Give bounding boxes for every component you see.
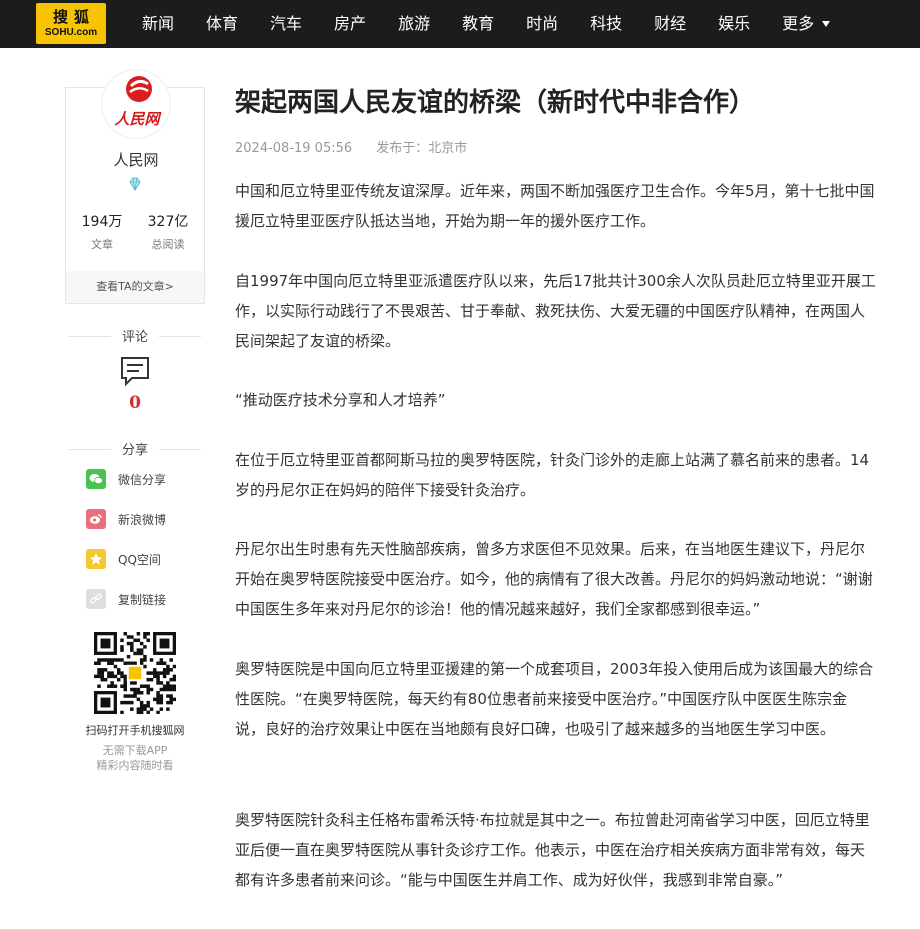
reads-count: 327亿 bbox=[147, 214, 189, 230]
qr-code-icon bbox=[94, 632, 176, 714]
author-name[interactable]: 人民网 bbox=[66, 149, 206, 170]
nav-item-finance[interactable]: 财经 bbox=[638, 0, 702, 48]
qr-subtitle-line1: 无需下载APP bbox=[102, 744, 168, 757]
avatar-text: 人民网 bbox=[114, 110, 160, 128]
view-author-articles-link[interactable]: 查看TA的文章> bbox=[66, 271, 204, 303]
comment-count[interactable]: 0 bbox=[65, 393, 205, 413]
articles-label: 文章 bbox=[91, 238, 113, 251]
nav-item-education[interactable]: 教育 bbox=[446, 0, 510, 48]
nav-item-sports[interactable]: 体育 bbox=[190, 0, 254, 48]
channel-nav: 新闻 体育 汽车 房产 旅游 教育 时尚 科技 财经 娱乐 更多 bbox=[126, 0, 846, 48]
comment-icon[interactable] bbox=[119, 355, 151, 387]
share-wechat-label: 微信分享 bbox=[118, 472, 167, 487]
articles-count: 194万 bbox=[81, 214, 123, 230]
article-title: 架起两国人民友谊的桥梁（新时代中非合作） bbox=[235, 88, 756, 118]
nav-item-auto[interactable]: 汽车 bbox=[254, 0, 318, 48]
share-section-title: 分享 bbox=[65, 439, 205, 458]
share-wechat-button[interactable]: 微信分享 bbox=[86, 468, 166, 490]
nav-item-news[interactable]: 新闻 bbox=[126, 0, 190, 48]
article-paragraph: 丹尼尔出生时患有先天性脑部疾病，曾多方求医但不见效果。后来，在当地医生建议下，丹… bbox=[235, 540, 873, 618]
sohu-logo[interactable]: 搜狐 SOHU.com bbox=[36, 3, 106, 44]
nav-item-entertainment[interactable]: 娱乐 bbox=[702, 0, 766, 48]
author-avatar[interactable]: 人民网 bbox=[101, 69, 171, 139]
article-paragraph: 自1997年中国向厄立特里亚派遣医疗队以来，先后17批共计300余人次队员赴厄立… bbox=[235, 272, 876, 350]
qr-title: 扫码打开手机搜狐网 bbox=[85, 724, 185, 737]
weibo-icon bbox=[86, 509, 106, 529]
article-subheading: “推动医疗技术分享和人才培养” bbox=[235, 391, 446, 409]
article-meta: 2024-08-19 05:56 发布于：北京市 bbox=[235, 137, 487, 156]
share-qzone-label: QQ空间 bbox=[118, 552, 161, 567]
link-icon bbox=[86, 589, 106, 609]
article-paragraph: 中国和厄立特里亚传统友谊深厚。近年来，两国不断加强医疗卫生合作。今年5月，第十七… bbox=[235, 182, 875, 230]
article-date: 2024-08-19 05:56 bbox=[235, 141, 353, 156]
top-navigation-bar: 搜狐 SOHU.com 新闻 体育 汽车 房产 旅游 教育 时尚 科技 财经 娱… bbox=[0, 0, 920, 48]
comments-section-title: 评论 bbox=[65, 326, 205, 345]
nav-more-menu[interactable]: 更多 bbox=[766, 0, 846, 48]
qr-subtitle-line2: 精彩内容随时看 bbox=[96, 759, 174, 772]
logo-english-text: SOHU.com bbox=[44, 27, 98, 38]
nav-item-fashion[interactable]: 时尚 bbox=[510, 0, 574, 48]
chevron-down-icon bbox=[822, 21, 831, 27]
article-paragraph: 在位于厄立特里亚首都阿斯马拉的奥罗特医院，针灸门诊外的走廊上站满了慕名前来的患者… bbox=[235, 451, 870, 499]
share-weibo-label: 新浪微博 bbox=[118, 512, 167, 527]
reads-label: 总阅读 bbox=[151, 238, 185, 251]
nav-item-tech[interactable]: 科技 bbox=[574, 0, 638, 48]
diamond-icon bbox=[129, 177, 141, 191]
article-paragraph: 奥罗特医院是中国向厄立特里亚援建的第一个成套项目，2003年投入使用后成为该国最… bbox=[235, 660, 874, 738]
author-card: 人民网 人民网 194万 文章 327亿 总阅读 查看TA的文章> bbox=[65, 69, 206, 304]
articles-stat: 194万 文章 bbox=[72, 211, 132, 252]
copy-link-button[interactable]: 复制链接 bbox=[86, 588, 166, 610]
star-icon bbox=[86, 549, 106, 569]
nav-more-label: 更多 bbox=[782, 14, 815, 33]
share-weibo-button[interactable]: 新浪微博 bbox=[86, 508, 166, 530]
article-paragraph: 奥罗特医院针灸科主任格布雷希沃特·布拉就是其中之一。布拉曾赴河南省学习中医，回厄… bbox=[235, 811, 870, 889]
copy-link-label: 复制链接 bbox=[118, 592, 167, 607]
article-location: 发布于：北京市 bbox=[376, 141, 468, 156]
nav-item-house[interactable]: 房产 bbox=[318, 0, 382, 48]
nav-item-travel[interactable]: 旅游 bbox=[382, 0, 446, 48]
reads-stat: 327亿 总阅读 bbox=[138, 211, 198, 252]
logo-chinese-text: 搜狐 bbox=[52, 8, 95, 26]
share-qzone-button[interactable]: QQ空间 bbox=[86, 548, 161, 570]
wechat-icon bbox=[86, 469, 106, 489]
